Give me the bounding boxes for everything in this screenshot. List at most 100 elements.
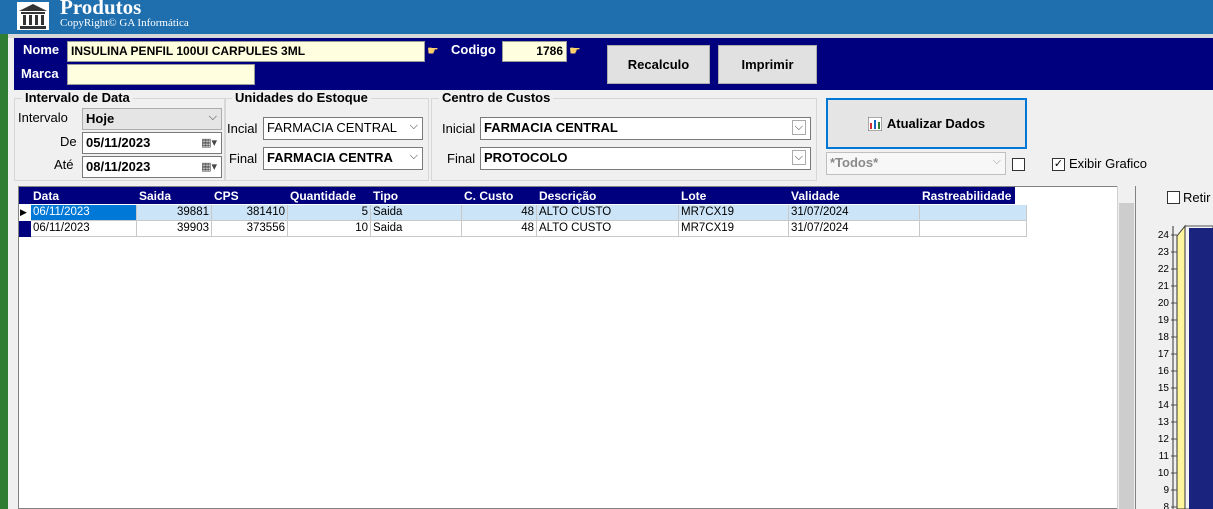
table-cell[interactable]: 381410 <box>212 205 288 221</box>
column-header[interactable]: Descrição <box>537 187 679 204</box>
chevron-down-icon: ⌵ <box>992 155 1001 167</box>
table-cell[interactable]: 10 <box>288 221 371 237</box>
table-cell[interactable]: 39881 <box>137 205 212 221</box>
chevron-down-icon: ⌵ <box>791 120 806 135</box>
y-tick-label: 16 <box>1158 366 1170 377</box>
table-cell[interactable]: 39903 <box>137 221 212 237</box>
retirar-label: Retir <box>1183 190 1211 205</box>
atualizar-dados-button[interactable]: Atualizar Dados <box>826 98 1027 149</box>
column-header[interactable]: Validade <box>789 187 920 204</box>
custos-inicial-value: FARMACIA CENTRAL <box>484 120 618 135</box>
column-header[interactable]: Data <box>31 187 137 204</box>
codigo-field[interactable]: 1786 <box>502 41 567 62</box>
row-indicator-icon: ▶ <box>20 207 27 217</box>
scrollbar-thumb[interactable] <box>1119 203 1134 509</box>
table-cell[interactable]: Saida <box>371 205 462 221</box>
retirar-checkbox[interactable] <box>1167 191 1180 204</box>
unidades-inicial-label: Incial <box>227 121 258 136</box>
table-cell[interactable]: ALTO CUSTO <box>537 205 679 221</box>
codigo-label: Codigo <box>451 42 496 57</box>
column-header[interactable]: Tipo <box>371 187 462 204</box>
table-cell[interactable]: 06/11/2023 <box>31 205 137 221</box>
unidades-final-label: Final <box>229 151 258 166</box>
column-header[interactable]: Lote <box>679 187 789 204</box>
copyright-text: CopyRight© GA Informática <box>60 17 189 29</box>
y-tick-label: 20 <box>1158 298 1170 309</box>
y-tick-label: 12 <box>1158 434 1170 445</box>
table-cell[interactable]: 31/07/2024 <box>789 205 920 221</box>
chart-panel: Retir 24 23 22 21 20 19 18 17 16 15 14 13 12 11 10 9 8 <box>1145 184 1213 509</box>
table-cell[interactable]: MR7CX19 <box>679 205 789 221</box>
y-tick-label: 17 <box>1158 349 1170 360</box>
ate-date-picker[interactable]: 08/11/2023 ▦▾ <box>82 156 222 178</box>
refresh-data-icon <box>867 116 883 131</box>
bank-building-icon <box>16 1 50 31</box>
table-cell[interactable]: ALTO CUSTO <box>537 221 679 237</box>
unidades-final-value: FARMACIA CENTRA <box>267 150 393 165</box>
calendar-dropdown-icon[interactable]: ▦▾ <box>201 136 217 149</box>
table-cell[interactable]: 06/11/2023 <box>31 221 137 237</box>
y-tick-label: 18 <box>1158 332 1170 343</box>
y-tick-label: 10 <box>1158 468 1170 479</box>
y-tick-label: 24 <box>1158 230 1170 241</box>
chart-svg: 24 23 22 21 20 19 18 17 16 15 14 13 12 11 10 9 8 <box>1158 224 1213 509</box>
row-header-cell[interactable] <box>19 221 31 237</box>
table-row[interactable]: ▶ 06/11/2023 39881 381410 5 Saida 48 ALTO CUSTO… <box>19 205 1027 221</box>
todos-select[interactable]: *Todos* ⌵ <box>826 152 1006 175</box>
table-cell[interactable]: 5 <box>288 205 371 221</box>
todos-select-value: *Todos* <box>830 155 879 170</box>
de-date-picker[interactable]: 05/11/2023 ▦▾ <box>82 132 222 154</box>
chart-3d-wall <box>1176 224 1186 509</box>
custos-inicial-label: Inicial <box>442 121 476 136</box>
left-accent-bar <box>0 0 8 509</box>
grid-vertical-scrollbar[interactable] <box>1117 186 1135 509</box>
table-row[interactable]: 06/11/2023 39903 373556 10 Saida 48 ALTO CUSTO… <box>19 221 1027 237</box>
y-tick-label: 22 <box>1158 264 1170 275</box>
column-header[interactable]: Rastreabilidade <box>920 187 1027 204</box>
table-cell[interactable]: Saida <box>371 221 462 237</box>
column-header[interactable]: CPS <box>212 187 288 204</box>
nome-field[interactable]: INSULINA PENFIL 100UI CARPULES 3ML <box>67 41 425 62</box>
chevron-down-icon: ⌵ <box>409 150 418 162</box>
y-tick-label: 13 <box>1158 417 1170 428</box>
recalculo-button[interactable]: Recalculo <box>607 45 710 84</box>
y-tick-label: 21 <box>1158 281 1170 292</box>
custos-inicial-select[interactable]: FARMACIA CENTRAL ⌵ <box>480 117 811 140</box>
y-tick-label: 11 <box>1159 451 1170 462</box>
marca-field[interactable] <box>67 64 255 85</box>
exibir-grafico-checkbox[interactable]: ✓ <box>1052 158 1065 171</box>
imprimir-button[interactable]: Imprimir <box>718 45 817 84</box>
table-cell[interactable]: 48 <box>462 205 537 221</box>
pointing-hand-icon[interactable]: ☛ <box>427 43 439 59</box>
ate-date-value: 08/11/2023 <box>86 159 151 174</box>
pointing-hand-icon[interactable]: ☛ <box>569 43 581 59</box>
intervalo-select[interactable]: Hoje ⌵ <box>82 108 222 130</box>
table-cell[interactable] <box>920 205 1027 221</box>
calendar-dropdown-icon[interactable]: ▦▾ <box>201 160 217 173</box>
column-header[interactable]: Saida <box>137 187 212 204</box>
unidades-final-select[interactable]: FARMACIA CENTRA ⌵ <box>263 147 423 170</box>
intervalo-label: Intervalo <box>18 110 68 125</box>
table-cell[interactable]: MR7CX19 <box>679 221 789 237</box>
de-label: De <box>60 134 77 149</box>
table-cell[interactable]: 48 <box>462 221 537 237</box>
chevron-down-icon: ⌵ <box>208 111 217 123</box>
y-tick-label: 19 <box>1158 315 1170 326</box>
exibir-grafico-label: Exibir Grafico <box>1069 156 1148 171</box>
table-cell[interactable]: 31/07/2024 <box>789 221 920 237</box>
intervalo-select-value: Hoje <box>86 111 115 126</box>
movimentos-grid[interactable]: Data Saida CPS Quantidade Tipo C. Custo Descri… <box>18 186 1136 509</box>
todos-checkbox[interactable] <box>1012 158 1025 171</box>
table-cell[interactable]: 373556 <box>212 221 288 237</box>
column-header[interactable]: C. Custo <box>462 187 537 204</box>
atualizar-dados-label: Atualizar Dados <box>886 116 986 131</box>
column-header[interactable]: Quantidade <box>288 187 371 204</box>
custos-final-select[interactable]: PROTOCOLO ⌵ <box>480 147 811 170</box>
y-tick-label: 8 <box>1163 502 1169 509</box>
unidades-inicial-select[interactable]: FARMACIA CENTRAL ⌵ <box>263 117 423 140</box>
chevron-down-icon: ⌵ <box>409 120 418 132</box>
ate-label: Até <box>54 157 74 172</box>
marca-label: Marca <box>21 66 59 81</box>
unidades-inicial-value: FARMACIA CENTRAL <box>267 120 398 135</box>
table-cell[interactable] <box>920 221 1027 237</box>
